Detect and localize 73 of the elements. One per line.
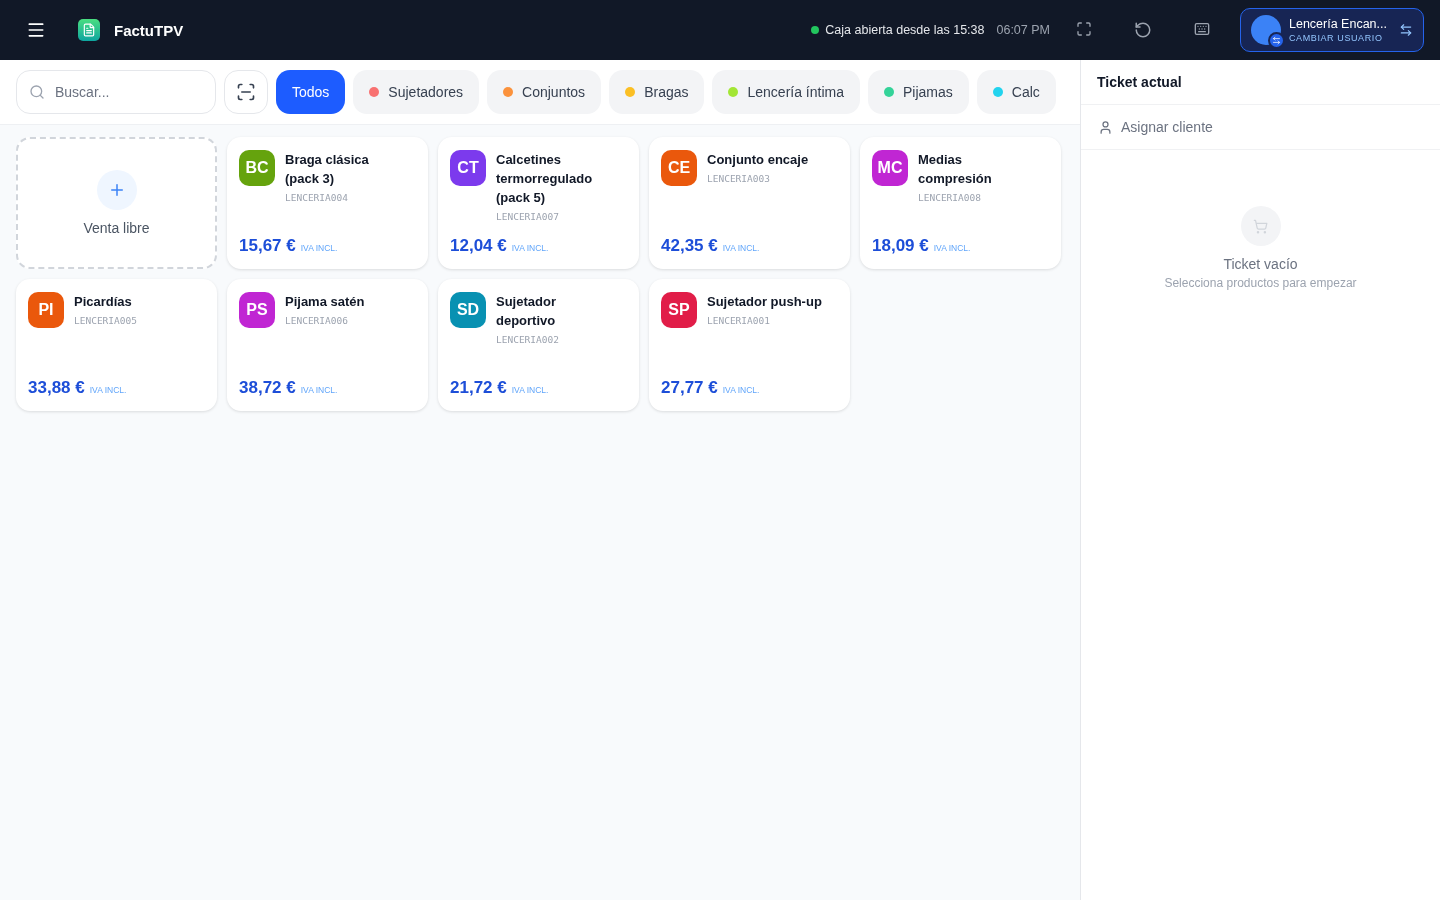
- scan-icon: [236, 82, 256, 102]
- product-card[interactable]: PS Pijama satén LENCERIA006 38,72 € IVA INCL.: [227, 279, 428, 411]
- tax-note: IVA INCL.: [511, 385, 549, 395]
- category-tab[interactable]: Pijamas: [868, 70, 969, 114]
- product-name: Braga clásica (pack 3): [285, 151, 370, 188]
- register-status: Caja abierta desde las 15:38: [825, 23, 985, 37]
- product-price: 12,04 €: [450, 236, 507, 256]
- category-tab[interactable]: Calc: [976, 70, 1056, 114]
- product-sku: LENCERIA002: [496, 334, 560, 345]
- product-price: 18,09 €: [872, 236, 929, 256]
- product-sku: LENCERIA006: [285, 315, 349, 326]
- product-price: 38,72 €: [239, 378, 296, 398]
- tax-note: IVA INCL.: [89, 385, 127, 395]
- free-sale-button[interactable]: Venta libre: [16, 137, 217, 269]
- product-initials: PS: [239, 292, 275, 328]
- product-card[interactable]: BC Braga clásica (pack 3) LENCERIA004 15,67 € IVA INCL.: [227, 137, 428, 269]
- category-tab[interactable]: Sujetadores: [353, 70, 480, 114]
- product-card[interactable]: SD Sujetador deportivo LENCERIA002 21,72 € IVA INCL.: [438, 279, 639, 411]
- tax-note: IVA INCL.: [933, 243, 971, 253]
- product-card[interactable]: CE Conjunto encaje LENCERIA003 42,35 € IVA INCL.: [649, 137, 850, 269]
- product-card[interactable]: PI Picardías LENCERIA005 33,88 € IVA INCL.: [16, 279, 217, 411]
- product-initials: CT: [450, 150, 486, 186]
- product-name: Conjunto encaje: [707, 151, 809, 169]
- product-name: Sujetador deportivo: [496, 293, 557, 330]
- user-switch-button[interactable]: Lencería Encan... CAMBIAR USUARIO: [1240, 8, 1424, 52]
- tax-note: IVA INCL.: [722, 243, 760, 253]
- empty-hint: Selecciona productos para empezar: [1164, 276, 1357, 290]
- product-name: Medias compresión: [918, 151, 993, 188]
- product-card[interactable]: CT Calcetines termorregulado (pack 5) LENCERIA007 12,04 € IVA INCL.: [438, 137, 639, 269]
- product-price: 21,72 €: [450, 378, 507, 398]
- product-initials: SD: [450, 292, 486, 328]
- product-price: 27,77 €: [661, 378, 718, 398]
- product-initials: CE: [661, 150, 697, 186]
- product-name: Picardías: [74, 293, 133, 311]
- product-name: Sujetador push-up: [707, 293, 822, 311]
- product-sku: LENCERIA005: [74, 315, 137, 326]
- product-card[interactable]: MC Medias compresión LENCERIA008 18,09 € IVA INCL.: [860, 137, 1061, 269]
- empty-title: Ticket vacío: [1223, 256, 1298, 272]
- category-tab[interactable]: Lencería íntima: [712, 70, 860, 114]
- logo-icon: [78, 19, 100, 41]
- product-sku: LENCERIA001: [707, 315, 771, 326]
- scan-button[interactable]: [224, 70, 268, 114]
- cart-icon: [1240, 206, 1281, 246]
- swap-icon: [1399, 23, 1413, 37]
- product-sku: LENCERIA003: [707, 173, 771, 184]
- clock: 06:07 PM: [996, 23, 1050, 37]
- search-icon: [29, 84, 45, 100]
- app-name: FactuTPV: [114, 21, 184, 39]
- product-sku: LENCERIA008: [918, 192, 982, 203]
- product-price: 15,67 €: [239, 236, 296, 256]
- product-name: Pijama satén: [285, 293, 365, 311]
- search-box[interactable]: Buscar...: [16, 70, 216, 114]
- product-sku: LENCERIA004: [285, 192, 349, 203]
- product-initials: BC: [239, 150, 275, 186]
- product-initials: SP: [661, 292, 697, 328]
- status-dot: [811, 26, 820, 34]
- plus-icon: [96, 170, 137, 210]
- tax-note: IVA INCL.: [722, 385, 760, 395]
- product-sku: LENCERIA007: [496, 211, 560, 222]
- product-price: 42,35 €: [661, 236, 718, 256]
- category-tab[interactable]: Conjuntos: [487, 70, 602, 114]
- product-name: Calcetines termorregulado (pack 5): [496, 151, 594, 207]
- product-initials: MC: [872, 150, 908, 186]
- user-icon: [1098, 119, 1113, 135]
- product-card[interactable]: SP Sujetador push-up LENCERIA001 27,77 € IVA INCL.: [649, 279, 850, 411]
- category-tab[interactable]: Todos: [276, 70, 346, 114]
- tax-note: IVA INCL.: [300, 385, 338, 395]
- user-avatar: [1251, 15, 1281, 45]
- category-tab[interactable]: Bragas: [609, 70, 705, 114]
- product-price: 33,88 €: [28, 378, 85, 398]
- tax-note: IVA INCL.: [300, 243, 338, 253]
- tax-note: IVA INCL.: [511, 243, 549, 253]
- product-initials: PI: [28, 292, 64, 328]
